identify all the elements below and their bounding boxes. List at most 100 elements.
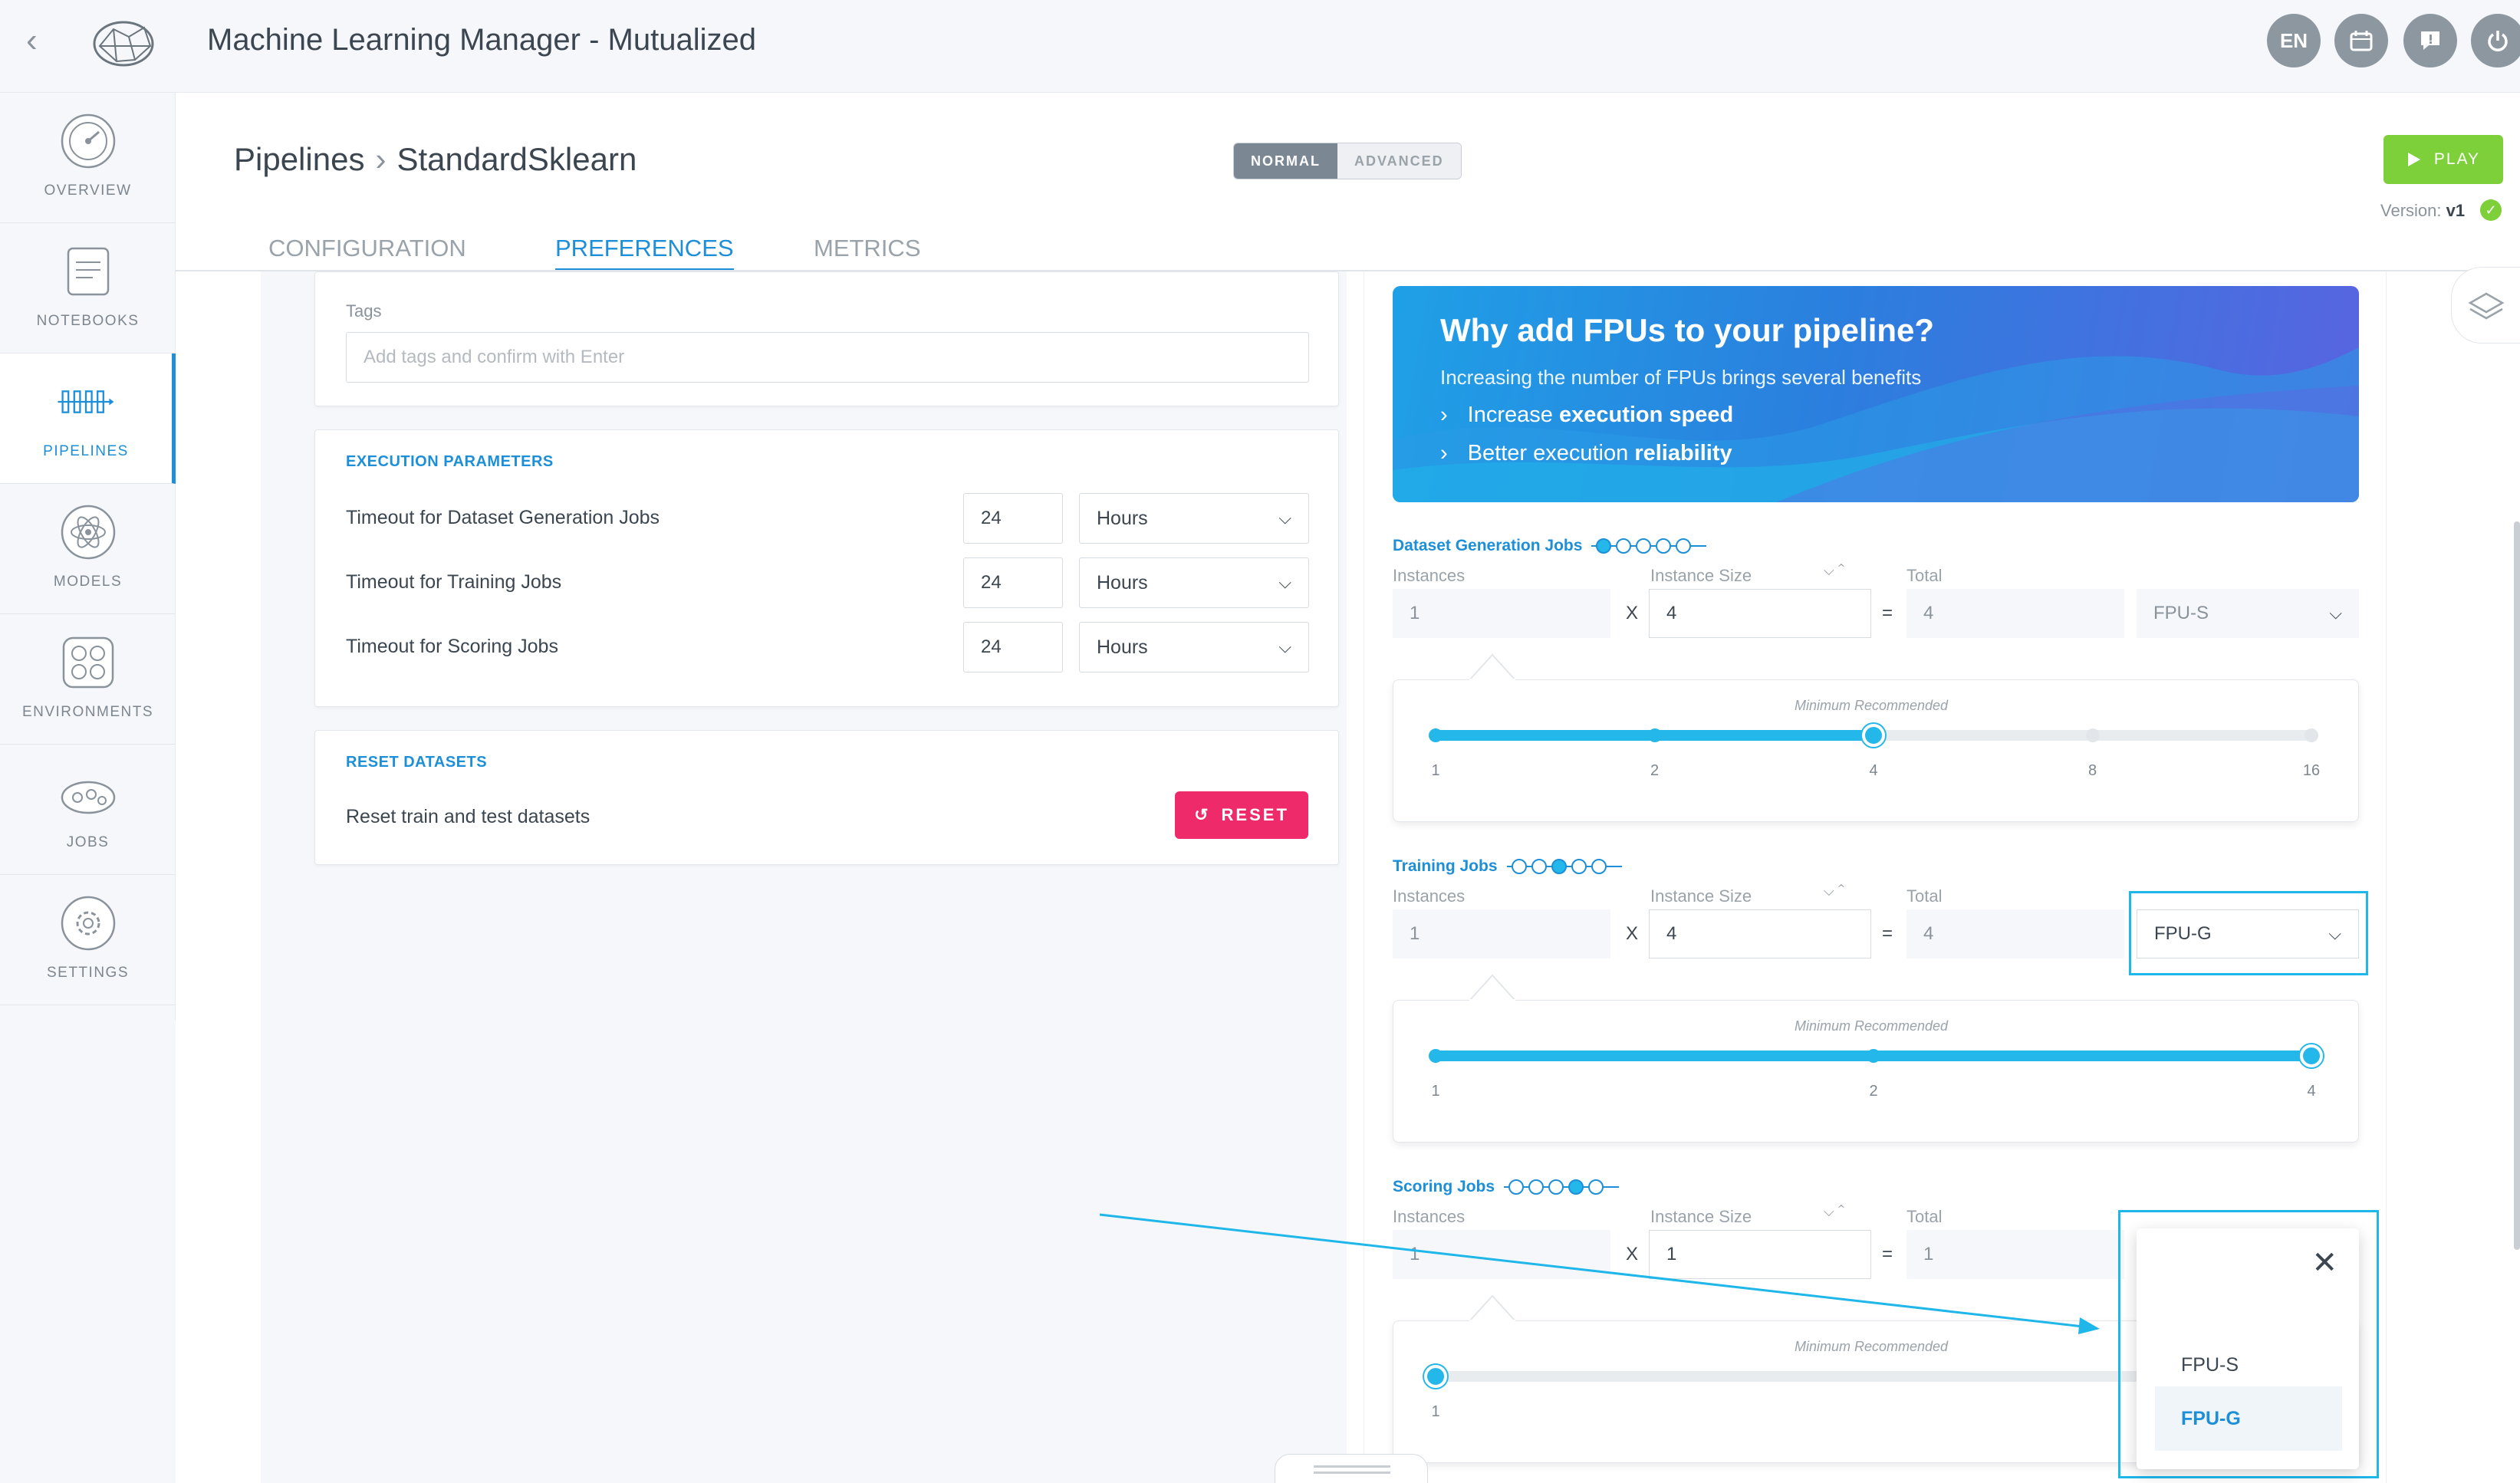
dropdown-option-fpu-g[interactable]: FPU-G <box>2155 1386 2342 1451</box>
sidebar-item-settings[interactable]: SETTINGS <box>0 875 176 1005</box>
timeout-training-input[interactable]: 24 <box>963 557 1063 608</box>
size-sort-icon[interactable]: ⌵ ⌃ <box>1824 563 1844 579</box>
slider-tick-label: 2 <box>1650 762 1660 779</box>
mode-normal-button[interactable]: NORMAL <box>1234 143 1337 179</box>
dataset-generation-instances-input[interactable]: 1 <box>1393 589 1610 638</box>
calendar-icon[interactable] <box>2334 14 2388 67</box>
reset-button[interactable]: ↺ RESET <box>1175 791 1308 839</box>
sidebar-item-models[interactable]: MODELS <box>0 484 176 614</box>
layers-button[interactable] <box>2451 267 2520 344</box>
gear-icon <box>61 896 115 951</box>
training-type-highlight <box>2129 891 2368 975</box>
breadcrumb-root[interactable]: Pipelines <box>234 141 364 177</box>
play-icon <box>2407 153 2420 166</box>
chevron-right-icon: › <box>375 141 387 177</box>
breadcrumb-current: StandardSklearn <box>396 141 637 177</box>
unit-value: Hours <box>1097 636 1148 658</box>
sidebar-item-label: PIPELINES <box>43 443 129 459</box>
timeout-dataset-label: Timeout for Dataset Generation Jobs <box>346 507 660 528</box>
banner-title: Why add FPUs to your pipeline? <box>1440 312 1935 348</box>
banner-benefit-2: › Better execution reliability <box>1440 441 1732 466</box>
check-icon: ✓ <box>2480 199 2502 221</box>
language-button[interactable]: EN <box>2267 14 2321 67</box>
total-label: Total <box>1906 566 1943 585</box>
reset-button-label: RESET <box>1221 805 1289 824</box>
version-value: v1 <box>2446 201 2466 220</box>
slider-tick[interactable] <box>1429 1049 1443 1063</box>
execution-parameters-card: EXECUTION PARAMETERS Timeout for Dataset… <box>314 429 1339 707</box>
version-label: Version: <box>2380 201 2442 220</box>
step-dots-icon <box>1506 859 1622 875</box>
tags-input[interactable]: Add tags and confirm with Enter <box>346 332 1309 383</box>
sidebar-item-pipelines[interactable]: PIPELINES <box>0 353 176 484</box>
unit-value: Hours <box>1097 571 1148 594</box>
gauge-icon <box>61 113 115 169</box>
unit-value: Hours <box>1097 507 1148 529</box>
dataset-generation-fpu-type-select[interactable]: FPU-S ⌵ <box>2137 589 2359 638</box>
slider-handle[interactable] <box>1424 1365 1447 1388</box>
training-title-text: Training Jobs <box>1393 857 1498 875</box>
environments-icon <box>62 636 113 689</box>
slider-handle[interactable] <box>2300 1044 2323 1067</box>
sidebar-item-jobs[interactable]: JOBS <box>0 745 176 875</box>
reset-icon: ↺ <box>1194 805 1211 824</box>
training-total-field: 4 <box>1906 909 2124 959</box>
dataset-generation-instance-size-input[interactable]: 4 <box>1649 589 1871 638</box>
sidebar-item-environments[interactable]: ENVIRONMENTS <box>0 614 176 745</box>
sidebar-item-label: SETTINGS <box>46 965 129 981</box>
training-jobs-title: Training Jobs <box>1393 857 1622 876</box>
slider-tick[interactable] <box>1429 728 1443 742</box>
atom-icon <box>61 505 115 560</box>
sidebar-item-overview[interactable]: OVERVIEW <box>0 93 176 223</box>
layers-icon <box>2468 292 2505 320</box>
size-sort-icon[interactable]: ⌵ ⌃ <box>1824 883 1844 899</box>
banner-benefit-1: › Increase execution speed <box>1440 403 1733 428</box>
power-icon[interactable] <box>2471 14 2520 67</box>
training-instance-size-input[interactable]: 4 <box>1649 909 1871 959</box>
slider-tick[interactable] <box>2305 728 2318 742</box>
tab-preferences[interactable]: PREFERENCES <box>555 235 734 271</box>
timeout-training-unit-select[interactable]: Hours ⌵ <box>1079 557 1309 608</box>
fpu-banner: Why add FPUs to your pipeline? Increasin… <box>1393 286 2359 502</box>
chevron-down-icon: ⌵ <box>1278 573 1291 592</box>
timeout-dataset-unit-select[interactable]: Hours ⌵ <box>1079 493 1309 544</box>
sidebar-item-label: MODELS <box>53 574 123 590</box>
tags-card: Tags Add tags and confirm with Enter <box>314 271 1339 406</box>
step-dots-icon <box>1504 1179 1620 1195</box>
slider-tick[interactable] <box>2085 728 2100 742</box>
slider-tick-label: 1 <box>1431 1403 1440 1420</box>
back-chevron-icon[interactable]: ‹ <box>26 21 38 60</box>
sidebar-item-label: OVERVIEW <box>44 182 132 199</box>
close-icon[interactable]: ✕ <box>2311 1245 2337 1281</box>
slider-handle[interactable] <box>1862 724 1885 747</box>
chevron-down-icon: ⌵ <box>1278 508 1291 528</box>
chevron-down-icon: ⌵ <box>1278 637 1291 656</box>
dataset-generation-total-field: 4 <box>1906 589 2124 638</box>
mode-advanced-button[interactable]: ADVANCED <box>1337 143 1461 179</box>
timeout-scoring-input[interactable]: 24 <box>963 622 1063 672</box>
callout-pointer <box>1469 974 1515 1001</box>
slider-tick[interactable] <box>1867 1049 1880 1063</box>
breadcrumb: Pipelines › StandardSklearn <box>234 141 637 178</box>
fpu-type-dropdown: ✕ FPU-S FPU-G <box>2137 1228 2359 1469</box>
multiply-sign: X <box>1626 923 1639 944</box>
play-button[interactable]: PLAY <box>2383 135 2503 184</box>
timeout-scoring-unit-select[interactable]: Hours ⌵ <box>1079 622 1309 672</box>
brain-logo-icon <box>93 21 154 67</box>
scrollbar[interactable] <box>2514 521 2520 1250</box>
sidebar-item-notebooks[interactable]: NOTEBOOKS <box>0 223 176 353</box>
sidebar-item-label: NOTEBOOKS <box>36 313 140 329</box>
benefit-bold: reliability <box>1634 441 1732 465</box>
feedback-icon[interactable] <box>2403 14 2457 67</box>
benefit-text: Increase <box>1467 403 1559 427</box>
tab-metrics[interactable]: METRICS <box>814 235 921 268</box>
timeout-dataset-input[interactable]: 24 <box>963 493 1063 544</box>
tab-configuration[interactable]: CONFIGURATION <box>268 235 466 268</box>
slider-tick-label: 4 <box>1869 762 1878 779</box>
instance-size-label: Instance Size <box>1650 566 1752 585</box>
drawer-handle[interactable] <box>1275 1454 1428 1483</box>
training-instances-input[interactable]: 1 <box>1393 909 1610 959</box>
version-info: Version: v1 <box>2380 201 2465 221</box>
annotation-arrow-icon <box>1099 1213 2100 1334</box>
slider-tick[interactable] <box>1647 728 1662 742</box>
